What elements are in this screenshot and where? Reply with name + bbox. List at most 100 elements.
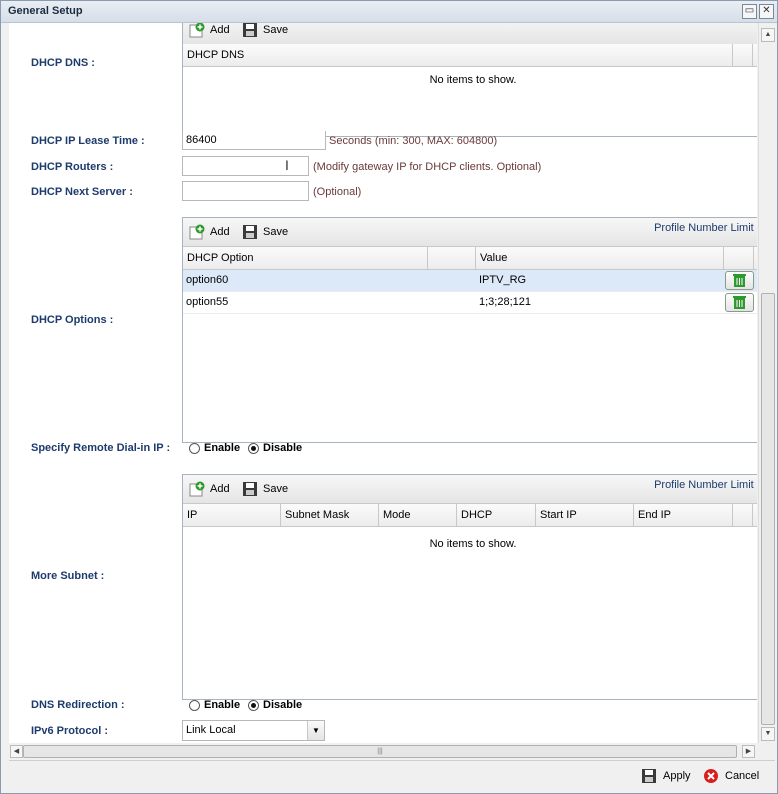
save-icon bbox=[642, 769, 656, 783]
add-icon bbox=[189, 23, 205, 38]
add-label: Add bbox=[210, 24, 230, 36]
column-header-spacer bbox=[733, 44, 753, 66]
option-cell: option55 bbox=[186, 296, 229, 308]
more-subnet-save-button[interactable]: Save bbox=[242, 481, 288, 497]
dhcp-options-table-header: DHCP Option Value bbox=[183, 247, 757, 270]
save-icon bbox=[243, 482, 257, 496]
dhcp-dns-add-button[interactable]: Add bbox=[189, 23, 230, 38]
routers-label: DHCP Routers : bbox=[31, 161, 114, 173]
trash-icon bbox=[733, 274, 746, 287]
column-header-end-ip[interactable]: End IP bbox=[634, 504, 733, 526]
next-server-hint: (Optional) bbox=[313, 186, 362, 198]
dns-redirection-disable-radio[interactable]: Disable bbox=[248, 699, 302, 711]
apply-label: Apply bbox=[663, 770, 691, 782]
ipv6-label: IPv6 Protocol : bbox=[31, 725, 109, 737]
remote-dialin-label: Specify Remote Dial-in IP : bbox=[31, 442, 171, 454]
cancel-label: Cancel bbox=[725, 770, 760, 782]
radio-label: Disable bbox=[263, 699, 303, 711]
title-bar[interactable]: General Setup ▭ ✕ bbox=[1, 1, 777, 23]
save-label: Save bbox=[263, 483, 289, 495]
dialog-footer: Apply Cancel bbox=[9, 760, 775, 791]
chevron-down-icon[interactable]: ▼ bbox=[307, 721, 324, 740]
save-icon bbox=[243, 225, 257, 239]
column-header-value[interactable]: Value bbox=[476, 247, 724, 269]
dhcp-dns-save-button[interactable]: Save bbox=[242, 23, 288, 38]
column-header-subnet-mask[interactable]: Subnet Mask bbox=[281, 504, 379, 526]
add-label: Add bbox=[210, 226, 230, 238]
value-cell: 1;3;28;121 bbox=[479, 296, 531, 308]
more-subnet-label: More Subnet : bbox=[31, 570, 105, 582]
dhcp-dns-panel: Add Save DHCP DNS No items to show. bbox=[182, 23, 757, 137]
more-subnet-panel: Add Save Profile Number Limit : 1 IP Sub… bbox=[182, 474, 757, 700]
table-row[interactable]: option60 IPTV_RG bbox=[183, 270, 757, 292]
dhcp-dns-table-header: DHCP DNS bbox=[183, 44, 757, 67]
dhcp-options-profile-limit: Profile Number Limit : 1 bbox=[654, 222, 757, 234]
dhcp-options-add-button[interactable]: Add bbox=[189, 224, 230, 240]
column-header-ip[interactable]: IP bbox=[183, 504, 281, 526]
radio-selected-icon bbox=[248, 699, 259, 711]
cancel-icon bbox=[704, 769, 718, 783]
value-cell: IPTV_RG bbox=[479, 274, 527, 286]
dhcp-dns-toolbar: Add Save bbox=[183, 23, 757, 45]
next-server-label: DHCP Next Server : bbox=[31, 186, 133, 198]
column-header-dhcp-dns[interactable]: DHCP DNS bbox=[183, 44, 733, 66]
vertical-scrollbar[interactable]: ▲ ▼ bbox=[758, 23, 776, 743]
dns-redirection-enable-radio[interactable]: Enable bbox=[189, 699, 240, 711]
scroll-left-icon[interactable]: ◀ bbox=[10, 745, 23, 758]
dhcp-options-label: DHCP Options : bbox=[31, 314, 114, 326]
ipv6-selected-value: Link Local bbox=[186, 724, 236, 736]
routers-input[interactable] bbox=[182, 156, 309, 176]
scroll-up-icon[interactable]: ▲ bbox=[761, 28, 775, 42]
cancel-button[interactable]: Cancel bbox=[703, 768, 759, 784]
more-subnet-add-button[interactable]: Add bbox=[189, 481, 230, 497]
minimize-icon[interactable]: ▭ bbox=[742, 4, 757, 19]
column-header-spacer bbox=[733, 504, 753, 526]
horizontal-scrollbar[interactable]: ◀ ||| ▶ bbox=[9, 744, 757, 759]
save-label: Save bbox=[263, 226, 289, 238]
column-header-start-ip[interactable]: Start IP bbox=[536, 504, 634, 526]
save-label: Save bbox=[263, 24, 289, 36]
general-setup-window: General Setup ▭ ✕ DHCP DNS : Add Save DH… bbox=[0, 0, 778, 794]
dhcp-options-toolbar: Add Save Profile Number Limit : 1 bbox=[183, 218, 757, 247]
next-server-input[interactable] bbox=[182, 181, 309, 201]
radio-icon bbox=[189, 442, 200, 454]
remote-dialin-disable-radio[interactable]: Disable bbox=[248, 442, 302, 454]
add-icon bbox=[189, 224, 205, 240]
column-header-mode[interactable]: Mode bbox=[379, 504, 457, 526]
remote-dialin-enable-radio[interactable]: Enable bbox=[189, 442, 240, 454]
column-header-actions bbox=[724, 247, 754, 269]
lease-time-hint: Seconds (min: 300, MAX: 604800) bbox=[329, 135, 498, 147]
radio-label: Enable bbox=[204, 442, 241, 454]
dhcp-options-panel: Add Save Profile Number Limit : 1 DHCP O… bbox=[182, 217, 757, 443]
lease-time-label: DHCP IP Lease Time : bbox=[31, 135, 145, 147]
column-header-dhcp-option[interactable]: DHCP Option bbox=[183, 247, 428, 269]
lease-time-input[interactable]: 86400 bbox=[182, 131, 326, 150]
scroll-right-icon[interactable]: ▶ bbox=[742, 745, 755, 758]
delete-button[interactable] bbox=[725, 271, 754, 290]
save-icon bbox=[243, 23, 257, 37]
column-header-dhcp[interactable]: DHCP bbox=[457, 504, 536, 526]
add-label: Add bbox=[210, 483, 230, 495]
apply-button[interactable]: Apply bbox=[641, 768, 691, 784]
dhcp-options-save-button[interactable]: Save bbox=[242, 224, 288, 240]
trash-icon bbox=[733, 296, 746, 309]
scroll-down-icon[interactable]: ▼ bbox=[761, 727, 775, 741]
dns-redirection-label: DNS Redirection : bbox=[31, 699, 125, 711]
more-subnet-toolbar: Add Save Profile Number Limit : 1 bbox=[183, 475, 757, 504]
setup-content: DHCP DNS : Add Save DHCP DNS No items to… bbox=[9, 23, 757, 743]
close-icon[interactable]: ✕ bbox=[759, 4, 774, 19]
window-title: General Setup bbox=[8, 5, 83, 17]
text-cursor-icon: Ι bbox=[285, 157, 289, 173]
more-subnet-empty-text: No items to show. bbox=[429, 538, 517, 550]
option-cell: option60 bbox=[186, 274, 229, 286]
column-header-spacer bbox=[428, 247, 476, 269]
ipv6-protocol-select[interactable]: Link Local ▼ bbox=[182, 720, 325, 741]
table-row[interactable]: option55 1;3;28;121 bbox=[183, 292, 757, 314]
dhcp-dns-empty-text: No items to show. bbox=[429, 74, 517, 86]
vertical-scroll-thumb[interactable] bbox=[761, 293, 775, 725]
more-subnet-profile-limit: Profile Number Limit : 1 bbox=[654, 479, 757, 491]
delete-button[interactable] bbox=[725, 293, 754, 312]
radio-icon bbox=[189, 699, 200, 711]
dhcp-dns-label: DHCP DNS : bbox=[31, 57, 95, 69]
horizontal-scroll-thumb[interactable]: ||| bbox=[23, 745, 737, 758]
